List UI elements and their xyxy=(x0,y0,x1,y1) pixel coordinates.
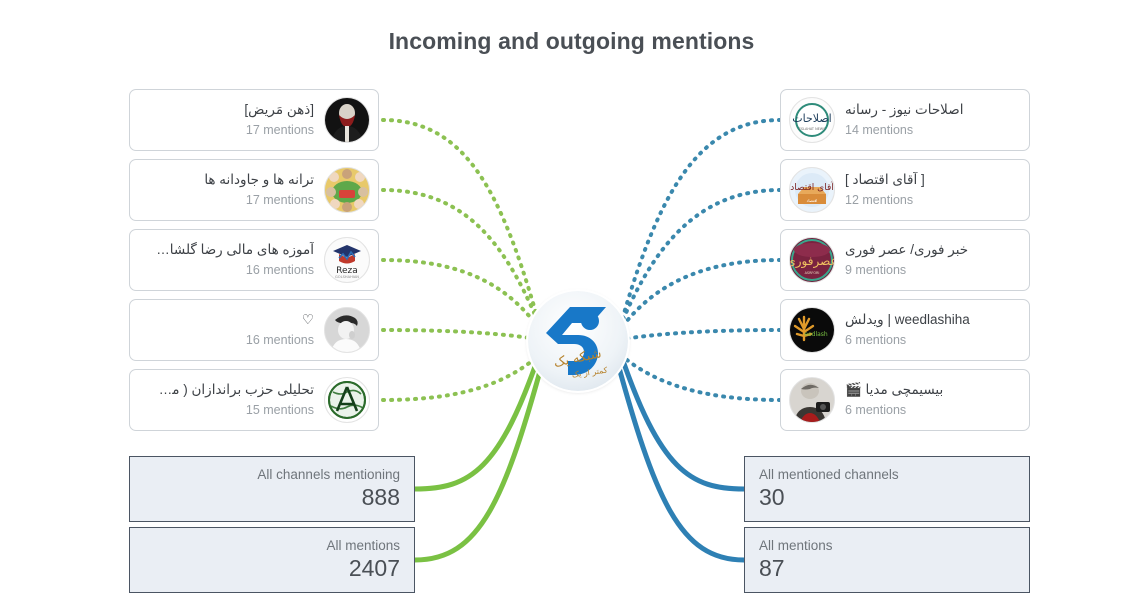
channel-title: [ آقای اقتصاد ] xyxy=(845,171,925,187)
summary-label: All channels mentioning xyxy=(257,466,400,482)
svg-text:ASRFORI: ASRFORI xyxy=(805,271,820,275)
weedlash-leaf-avatar: eedlash xyxy=(789,307,835,353)
channel-mentions: 6 mentions xyxy=(845,332,907,347)
edge-outgoing-summary-2 xyxy=(612,350,747,563)
joker-avatar xyxy=(324,97,370,143)
incoming-solid-edges xyxy=(412,349,548,563)
card-text: ترانه ها و جاودانه ها 17 mentions xyxy=(142,172,324,209)
channel-title: [ذهن مَریض] xyxy=(244,101,314,117)
channel-title: خبر فوری/ عصر فوری xyxy=(845,241,969,257)
edge-outgoing-4 xyxy=(609,328,782,343)
channel-title: آموزه های مالی رضا گلشاهیان xyxy=(152,241,314,257)
channel-mentions: 16 mentions xyxy=(245,262,314,277)
outgoing-solid-edges xyxy=(612,349,747,563)
svg-text:اصلاحات: اصلاحات xyxy=(792,112,831,125)
summary-value: 30 xyxy=(759,483,785,510)
incoming-channel-card[interactable]: ترانه ها و جاودانه ها 17 mentions xyxy=(129,159,379,221)
hub-logo-icon: شبکه یک کمتر از یک xyxy=(528,291,628,391)
edge-incoming-summary-1 xyxy=(412,349,543,492)
incoming-channel-card[interactable]: تحلیلی حزب براندازان ( موتا )... 15 ment… xyxy=(129,369,379,431)
channel-mentions: 9 mentions xyxy=(845,262,907,277)
incoming-channel-card[interactable]: Reza GOLSHAHIAN آموزه های مالی رضا گلشاه… xyxy=(129,229,379,291)
summary-label: All mentions xyxy=(759,537,833,553)
card-text: خبر فوری/ عصر فوری 9 mentions xyxy=(835,242,1017,279)
outgoing-channel-card[interactable]: عصرفوری ASRFORI خبر فوری/ عصر فوری 9 men… xyxy=(780,229,1030,291)
channel-title: weedlashiha | ویدلش xyxy=(845,311,970,327)
channel-title: اصلاحات نیوز - رسانه xyxy=(845,101,964,117)
channel-title: بیسیمچی مدیا 🎬 xyxy=(845,381,944,397)
outgoing-channel-card[interactable]: اصلاحات ESLAHAT NEWS اصلاحات نیوز - رسان… xyxy=(780,89,1030,151)
edge-outgoing-1 xyxy=(615,118,782,340)
hub-channel-node[interactable]: شبکه یک کمتر از یک xyxy=(528,291,628,391)
svg-text:GOLSHAHIAN: GOLSHAHIAN xyxy=(335,275,359,279)
eslahat-news-avatar: اصلاحات ESLAHAT NEWS xyxy=(789,97,835,143)
channel-mentions: 14 mentions xyxy=(845,122,914,137)
card-text: weedlashiha | ویدلش 6 mentions xyxy=(835,312,1017,349)
card-text: تحلیلی حزب براندازان ( موتا )... 15 ment… xyxy=(142,382,324,419)
outgoing-channel-card[interactable]: آقای اقتصاد اقتصاد [ آقای اقتصاد ] 12 me… xyxy=(780,159,1030,221)
edge-incoming-1 xyxy=(381,118,545,340)
outgoing-channel-card[interactable]: eedlash weedlashiha | ویدلش 6 mentions xyxy=(780,299,1030,361)
outgoing-dotted-edges xyxy=(609,118,782,402)
edge-incoming-4 xyxy=(381,328,551,343)
summary-all-channels-mentioning[interactable]: All channels mentioning 888 xyxy=(129,456,415,522)
grayscale-portrait-avatar xyxy=(324,307,370,353)
svg-text:اقتصاد: اقتصاد xyxy=(807,198,818,203)
outgoing-channel-card[interactable]: بیسیمچی مدیا 🎬 6 mentions xyxy=(780,369,1030,431)
collage-avatar xyxy=(324,167,370,213)
incoming-channel-card[interactable]: ♡ 16 mentions xyxy=(129,299,379,361)
summary-value: 888 xyxy=(361,483,400,510)
card-text: آموزه های مالی رضا گلشاهیان 16 mentions xyxy=(142,242,324,279)
channel-mentions: 12 mentions xyxy=(845,192,914,207)
svg-text:عصرفوری: عصرفوری xyxy=(790,254,834,269)
card-text: ♡ 16 mentions xyxy=(142,312,324,349)
card-text: [ذهن مَریض] 17 mentions xyxy=(142,102,324,139)
reza-graduation-avatar: Reza GOLSHAHIAN xyxy=(324,237,370,283)
summary-all-mentioned-channels[interactable]: All mentioned channels 30 xyxy=(744,456,1030,522)
summary-value: 2407 xyxy=(348,554,400,581)
channel-title: ♡ xyxy=(301,311,314,327)
edge-outgoing-summary-1 xyxy=(617,349,747,492)
card-text: بیسیمچی مدیا 🎬 6 mentions xyxy=(835,382,1017,419)
summary-incoming-all-mentions[interactable]: All mentions 2407 xyxy=(129,527,415,593)
channel-mentions: 17 mentions xyxy=(245,122,314,137)
summary-value: 87 xyxy=(759,554,785,581)
channel-mentions: 17 mentions xyxy=(245,192,314,207)
edge-incoming-summary-2 xyxy=(412,350,548,563)
incoming-dotted-edges xyxy=(381,118,551,402)
anarchy-globe-avatar xyxy=(324,377,370,423)
card-text: [ آقای اقتصاد ] 12 mentions xyxy=(835,172,1017,209)
channel-mentions: 15 mentions xyxy=(245,402,314,417)
card-text: اصلاحات نیوز - رسانه 14 mentions xyxy=(835,102,1017,139)
aghaye-eghtesad-avatar: آقای اقتصاد اقتصاد xyxy=(789,167,835,213)
channel-title: تحلیلی حزب براندازان ( موتا )... xyxy=(152,381,314,397)
asr-fori-avatar: عصرفوری ASRFORI xyxy=(789,237,835,283)
bisimchi-media-avatar xyxy=(789,377,835,423)
channel-mentions: 16 mentions xyxy=(245,332,314,347)
summary-outgoing-all-mentions[interactable]: All mentions 87 xyxy=(744,527,1030,593)
summary-label: All mentions xyxy=(326,537,400,553)
incoming-channel-card[interactable]: [ذهن مَریض] 17 mentions xyxy=(129,89,379,151)
svg-text:آقای اقتصاد: آقای اقتصاد xyxy=(790,181,834,193)
channel-title: ترانه ها و جاودانه ها xyxy=(204,171,314,187)
summary-label: All mentioned channels xyxy=(759,466,899,482)
svg-text:eedlash: eedlash xyxy=(804,331,828,338)
channel-mentions: 6 mentions xyxy=(845,402,907,417)
svg-text:ESLAHAT NEWS: ESLAHAT NEWS xyxy=(799,127,826,131)
